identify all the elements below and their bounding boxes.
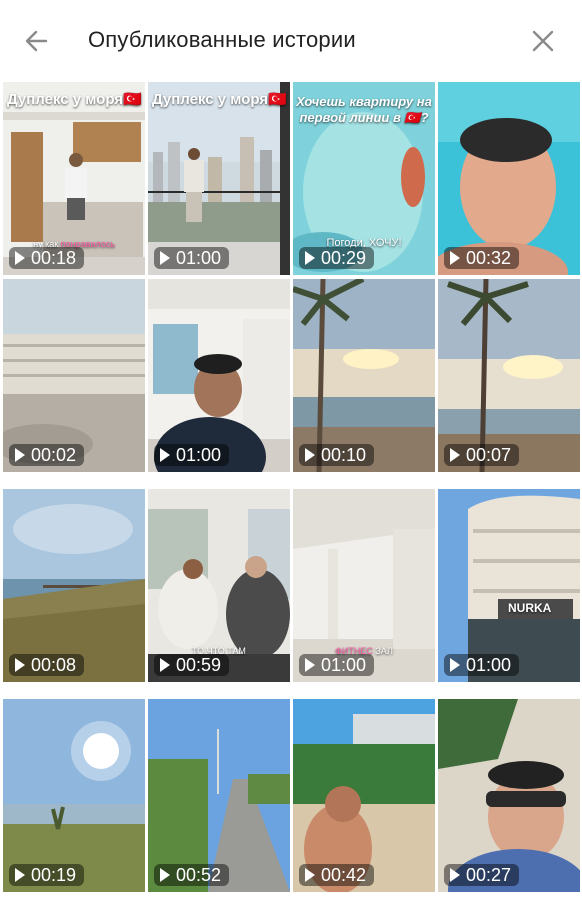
duration-badge: 00:59	[154, 654, 230, 676]
story-tile[interactable]: 00:02	[3, 279, 145, 472]
play-icon	[160, 448, 170, 462]
story-tile[interactable]: NURKA 01:00	[438, 489, 580, 682]
duration-badge: 01:00	[299, 654, 375, 676]
close-button[interactable]	[526, 24, 560, 58]
story-tile[interactable]: 00:42	[293, 699, 435, 892]
duration-badge: 00:02	[9, 444, 85, 466]
play-icon	[15, 251, 25, 265]
play-icon	[160, 658, 170, 672]
duration-badge: 00:27	[444, 864, 520, 886]
play-icon	[160, 251, 170, 265]
duration-badge: 01:00	[154, 444, 230, 466]
story-tile[interactable]: 00:10	[293, 279, 435, 472]
duration-badge: 01:00	[444, 654, 520, 676]
story-tile[interactable]: Дуплекс у моря🇹🇷 ну как понравилось 00:1…	[3, 82, 145, 275]
duration-badge: 01:00	[154, 247, 230, 269]
play-icon	[305, 868, 315, 882]
story-tile[interactable]: Дуплекс у моря🇹🇷 01:00	[148, 82, 290, 275]
page-title: Опубликованные истории	[88, 27, 356, 52]
story-tile[interactable]: 00:32	[438, 82, 580, 275]
story-tile[interactable]: 00:19	[3, 699, 145, 892]
story-caption: Дуплекс у моря🇹🇷	[152, 91, 287, 108]
play-icon	[305, 251, 315, 265]
play-icon	[450, 448, 460, 462]
story-tile[interactable]: 00:52	[148, 699, 290, 892]
play-icon	[450, 658, 460, 672]
duration-badge: 00:42	[299, 864, 375, 886]
story-tile[interactable]: Хочешь квартиру на первой линии в 🇹🇷? По…	[293, 82, 435, 275]
duration-badge: 00:18	[9, 247, 85, 269]
play-icon	[160, 868, 170, 882]
arrow-left-icon	[25, 30, 48, 52]
story-caption: Дуплекс у моря🇹🇷	[7, 91, 142, 108]
duration-badge: 00:52	[154, 864, 230, 886]
duration-badge: 00:07	[444, 444, 520, 466]
story-tile[interactable]: ТО ЧТО ТАМ 00:59	[148, 489, 290, 682]
story-tile[interactable]: ФИТНЕС ЗАЛ 01:00	[293, 489, 435, 682]
story-caption: Хочешь квартиру на первой линии в 🇹🇷?	[296, 94, 432, 125]
story-tile[interactable]: 01:00	[148, 279, 290, 472]
story-tile[interactable]: 00:07	[438, 279, 580, 472]
play-icon	[450, 868, 460, 882]
duration-badge: 00:19	[9, 864, 85, 886]
play-icon	[450, 251, 460, 265]
play-icon	[15, 868, 25, 882]
header: Опубликованные истории	[0, 0, 582, 82]
play-icon	[15, 658, 25, 672]
duration-badge: 00:10	[299, 444, 375, 466]
stories-grid: Дуплекс у моря🇹🇷 ну как понравилось 00:1…	[3, 82, 580, 912]
duration-badge: 00:29	[299, 247, 375, 269]
building-sign: NURKA	[508, 601, 552, 615]
play-icon	[305, 658, 315, 672]
story-tile[interactable]: 00:08	[3, 489, 145, 682]
back-button[interactable]	[20, 24, 54, 58]
close-icon	[532, 30, 554, 52]
play-icon	[305, 448, 315, 462]
duration-badge: 00:08	[9, 654, 85, 676]
play-icon	[15, 448, 25, 462]
story-tile[interactable]: 00:27	[438, 699, 580, 892]
duration-badge: 00:32	[444, 247, 520, 269]
